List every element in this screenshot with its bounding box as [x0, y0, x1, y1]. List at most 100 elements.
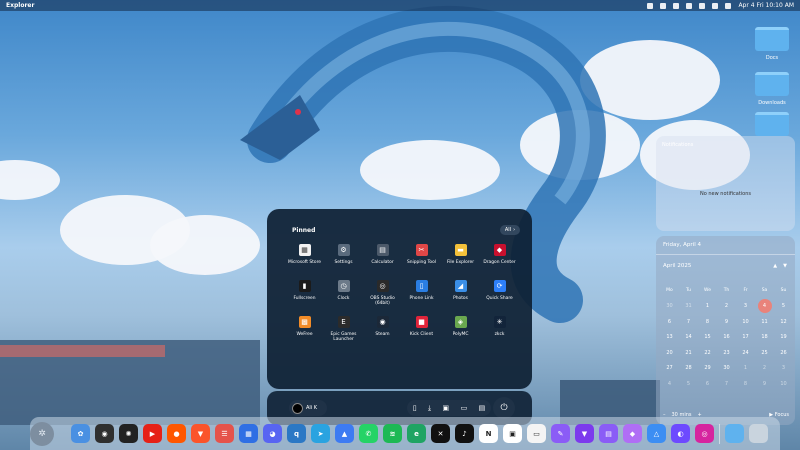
calendar-day[interactable]: 13: [660, 334, 679, 340]
topaz-icon[interactable]: ▣: [503, 424, 522, 443]
edge-icon[interactable]: e: [407, 424, 426, 443]
calendar-day[interactable]: 30: [717, 365, 736, 371]
capcut-icon[interactable]: ✕: [431, 424, 450, 443]
chrome-icon[interactable]: ◉: [95, 424, 114, 443]
pinned-app[interactable]: E Epic Games Launcher: [324, 314, 363, 350]
calendar-day[interactable]: 3: [774, 365, 793, 371]
calendar-day[interactable]: 28: [679, 365, 698, 371]
control-center-icon[interactable]: [725, 2, 732, 9]
vpn-icon[interactable]: ▼: [575, 424, 594, 443]
tray-icon[interactable]: [660, 2, 667, 9]
calendar-day[interactable]: 17: [736, 334, 755, 340]
arc-icon[interactable]: ▲: [335, 424, 354, 443]
calendar-day[interactable]: 31: [679, 303, 698, 309]
reddit-icon[interactable]: ●: [167, 424, 186, 443]
chevron-down-icon[interactable]: ▼: [783, 263, 787, 269]
qbittorrent-icon[interactable]: q: [287, 424, 306, 443]
calendar-icon[interactable]: ▦: [239, 424, 258, 443]
clock-datetime[interactable]: Apr 4 Fri 10:10 AM: [738, 2, 794, 9]
brave-icon[interactable]: ▼: [191, 424, 210, 443]
image-icon[interactable]: ▣: [443, 404, 450, 412]
calendar-day[interactable]: 11: [755, 319, 774, 325]
calendar-day[interactable]: 1: [698, 303, 717, 309]
tray-icon[interactable]: [647, 2, 654, 9]
user-account-button[interactable]: Ali K: [289, 400, 327, 416]
calendar-day[interactable]: 24: [736, 350, 755, 356]
folder-icon[interactable]: ▭: [461, 404, 468, 412]
notes-icon[interactable]: ▭: [527, 424, 546, 443]
desktop-folder-downloads[interactable]: Downloads: [752, 72, 792, 106]
calendar-day[interactable]: 14: [679, 334, 698, 340]
telegram-icon[interactable]: ➤: [311, 424, 330, 443]
pinned-app[interactable]: ▮ Fullscreen: [285, 278, 324, 314]
calendar-day[interactable]: 3: [736, 303, 755, 309]
pinned-app[interactable]: ▦ Microsoft Store: [285, 242, 324, 278]
calendar-day[interactable]: 8: [736, 381, 755, 387]
folder-downloads-icon[interactable]: [725, 424, 744, 443]
calendar-day[interactable]: 4: [755, 299, 774, 314]
calendar-day[interactable]: 10: [774, 381, 793, 387]
spotify-icon[interactable]: ≋: [383, 424, 402, 443]
calendar-day[interactable]: 7: [679, 319, 698, 325]
calendar-day[interactable]: 12: [774, 319, 793, 325]
pinned-app[interactable]: ■ Kick Client: [402, 314, 441, 350]
pinned-app[interactable]: ✂ Snipping Tool: [402, 242, 441, 278]
pinned-app[interactable]: ▩ WeFree: [285, 314, 324, 350]
calendar-day[interactable]: 2: [717, 303, 736, 309]
calendar-day[interactable]: 27: [660, 365, 679, 371]
pinned-app[interactable]: ▬ File Explorer: [441, 242, 480, 278]
calendar-day[interactable]: 20: [660, 350, 679, 356]
desktop-folder-docs[interactable]: Docs: [752, 27, 792, 61]
pinned-app[interactable]: ◉ Steam: [363, 314, 402, 350]
wifi-icon[interactable]: [686, 2, 693, 9]
calendar-day[interactable]: 19: [774, 334, 793, 340]
pinned-app[interactable]: ◈ PolyMC: [441, 314, 480, 350]
video-icon[interactable]: ▤: [479, 404, 486, 412]
pinned-app[interactable]: ◆ Dragon Center: [480, 242, 519, 278]
calendar-day[interactable]: 30: [660, 303, 679, 309]
pinned-app[interactable]: ⟳ Quick Share: [480, 278, 519, 314]
calendar-day[interactable]: 6: [698, 381, 717, 387]
shortcuts-icon[interactable]: ◆: [623, 424, 642, 443]
calendar-day[interactable]: 4: [660, 381, 679, 387]
todo-icon[interactable]: ☰: [215, 424, 234, 443]
discord-icon[interactable]: ◕: [263, 424, 282, 443]
pinned-app[interactable]: ▯ Phone Link: [402, 278, 441, 314]
pinned-app[interactable]: ⚙ Settings: [324, 242, 363, 278]
calendar-day[interactable]: 7: [717, 381, 736, 387]
calendar-day[interactable]: 1: [736, 365, 755, 371]
calendar-day[interactable]: 23: [717, 350, 736, 356]
calendar-day[interactable]: 8: [698, 319, 717, 325]
instagram-icon[interactable]: ◎: [695, 424, 714, 443]
pinned-app[interactable]: ◎ OBS Studio (64bit): [363, 278, 402, 314]
chevron-up-icon[interactable]: ▲: [773, 263, 777, 269]
calendar-day[interactable]: 15: [698, 334, 717, 340]
calendar-day[interactable]: 21: [679, 350, 698, 356]
calendar-day[interactable]: 26: [774, 350, 793, 356]
calendar-day[interactable]: 9: [717, 319, 736, 325]
calendar-day[interactable]: 22: [698, 350, 717, 356]
pinned-app[interactable]: ◷ Clock: [324, 278, 363, 314]
pen-icon[interactable]: ✎: [551, 424, 570, 443]
calendar-day[interactable]: 6: [660, 319, 679, 325]
pinned-app[interactable]: ✳ zkck: [480, 314, 519, 350]
all-apps-button[interactable]: All ›: [500, 225, 520, 235]
proton-icon[interactable]: ◐: [671, 424, 690, 443]
calendar-day[interactable]: 18: [755, 334, 774, 340]
volume-icon[interactable]: [712, 2, 719, 9]
active-app-name[interactable]: Explorer: [6, 2, 34, 9]
chatgpt-icon[interactable]: ✺: [119, 424, 138, 443]
pinned-app[interactable]: ▤ Calculator: [363, 242, 402, 278]
document-icon[interactable]: ▯: [413, 404, 417, 412]
calendar-day[interactable]: 29: [698, 365, 717, 371]
calendar-day[interactable]: 2: [755, 365, 774, 371]
desktop-folder[interactable]: [752, 112, 792, 136]
calendar-day[interactable]: 10: [736, 319, 755, 325]
calendar-day[interactable]: 25: [755, 350, 774, 356]
download-icon[interactable]: ⤓: [428, 404, 431, 413]
drive-icon[interactable]: △: [647, 424, 666, 443]
battery-icon[interactable]: [699, 2, 706, 9]
trash-icon[interactable]: [749, 424, 768, 443]
youtube-icon[interactable]: ▶: [143, 424, 162, 443]
files-icon[interactable]: ▤: [599, 424, 618, 443]
